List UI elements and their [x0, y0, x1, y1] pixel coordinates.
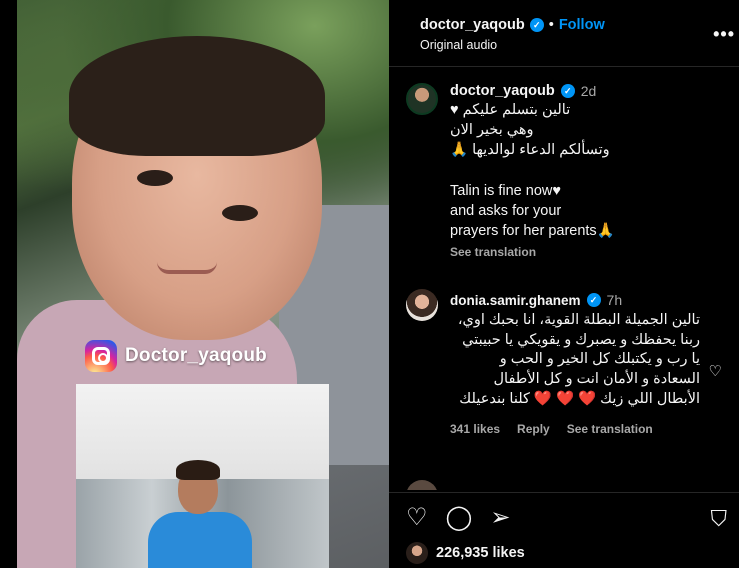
- instagram-logo-icon: [85, 340, 117, 372]
- header-username[interactable]: doctor_yaqoub: [420, 17, 525, 33]
- like-heart-icon[interactable]: ♡: [406, 506, 428, 530]
- liker-avatar: [406, 542, 428, 564]
- post-media[interactable]: Doctor_yaqoub: [17, 0, 389, 568]
- avatar[interactable]: [406, 83, 438, 115]
- instagram-watermark: Doctor_yaqoub: [85, 340, 267, 372]
- comment-item: donia.samir.ghanem ✓ 7h تالين الجميلة ال…: [450, 292, 700, 436]
- more-options-icon[interactable]: •••: [713, 24, 735, 45]
- caption-username[interactable]: doctor_yaqoub: [450, 83, 555, 99]
- comment-meta: 341 likes Reply See translation: [450, 422, 700, 436]
- comment-reply-button[interactable]: Reply: [517, 422, 550, 436]
- action-icons: ♡ ◯ ➢: [406, 506, 510, 530]
- caption-body: doctor_yaqoub ✓ 2d تالين بتسلم عليكم ♥ و…: [450, 83, 739, 259]
- bookmark-icon[interactable]: ⛉: [710, 506, 727, 532]
- avatar[interactable]: [406, 480, 438, 490]
- mouth: [157, 262, 217, 274]
- eye-right: [222, 205, 258, 221]
- comment-head: donia.samir.ghanem ✓ 7h: [450, 292, 700, 308]
- header-name-row: doctor_yaqoub ✓ • Follow: [420, 17, 605, 33]
- comment-see-translation[interactable]: See translation: [567, 422, 653, 436]
- inset-kid-hair: [176, 460, 220, 480]
- original-audio-link[interactable]: Original audio: [420, 38, 497, 52]
- commenter-avatar[interactable]: [406, 289, 438, 321]
- girl-hair: [69, 36, 325, 156]
- follow-button[interactable]: Follow: [559, 17, 605, 33]
- comment-username[interactable]: donia.samir.ghanem: [450, 293, 581, 308]
- next-comment-partial: [406, 480, 726, 490]
- caption-age[interactable]: 2d: [581, 83, 597, 99]
- inset-kid-shirt: [148, 512, 252, 568]
- verified-badge-icon: ✓: [529, 18, 544, 32]
- comment-age: 7h: [606, 292, 623, 308]
- separator-dot: •: [548, 17, 554, 33]
- post-details-panel: doctor_yaqoub ✓ • Follow Original audio …: [389, 0, 739, 568]
- inset-photo: [76, 384, 329, 568]
- comment-text: تالين الجميلة البطلة القوية، انا بحبك او…: [457, 312, 700, 407]
- caption-english-text: Talin is fine now♥ and asks for your pra…: [450, 183, 615, 239]
- comment-bubble-icon[interactable]: ◯: [446, 506, 473, 530]
- share-send-icon[interactable]: ➢: [490, 506, 510, 530]
- caption-arabic-text: تالين بتسلم عليكم ♥ وهي بخير الان وتسألك…: [450, 102, 610, 158]
- likes-row: 226,935 likes: [406, 542, 525, 564]
- eye-left: [137, 170, 173, 186]
- caption-see-translation[interactable]: See translation: [450, 245, 739, 259]
- action-bar: ♡ ◯ ➢ ⛉ 226,935 likes: [389, 492, 739, 568]
- caption-head: doctor_yaqoub ✓ 2d: [450, 83, 739, 99]
- comment-like-heart-icon[interactable]: ♡: [709, 362, 722, 380]
- likes-count[interactable]: 226,935 likes: [436, 545, 525, 561]
- post-header: doctor_yaqoub ✓ • Follow Original audio …: [389, 0, 739, 67]
- verified-badge-icon: ✓: [586, 293, 601, 307]
- verified-badge-icon: ✓: [560, 84, 575, 98]
- watermark-text: Doctor_yaqoub: [125, 345, 267, 366]
- comment-likes[interactable]: 341 likes: [450, 422, 500, 436]
